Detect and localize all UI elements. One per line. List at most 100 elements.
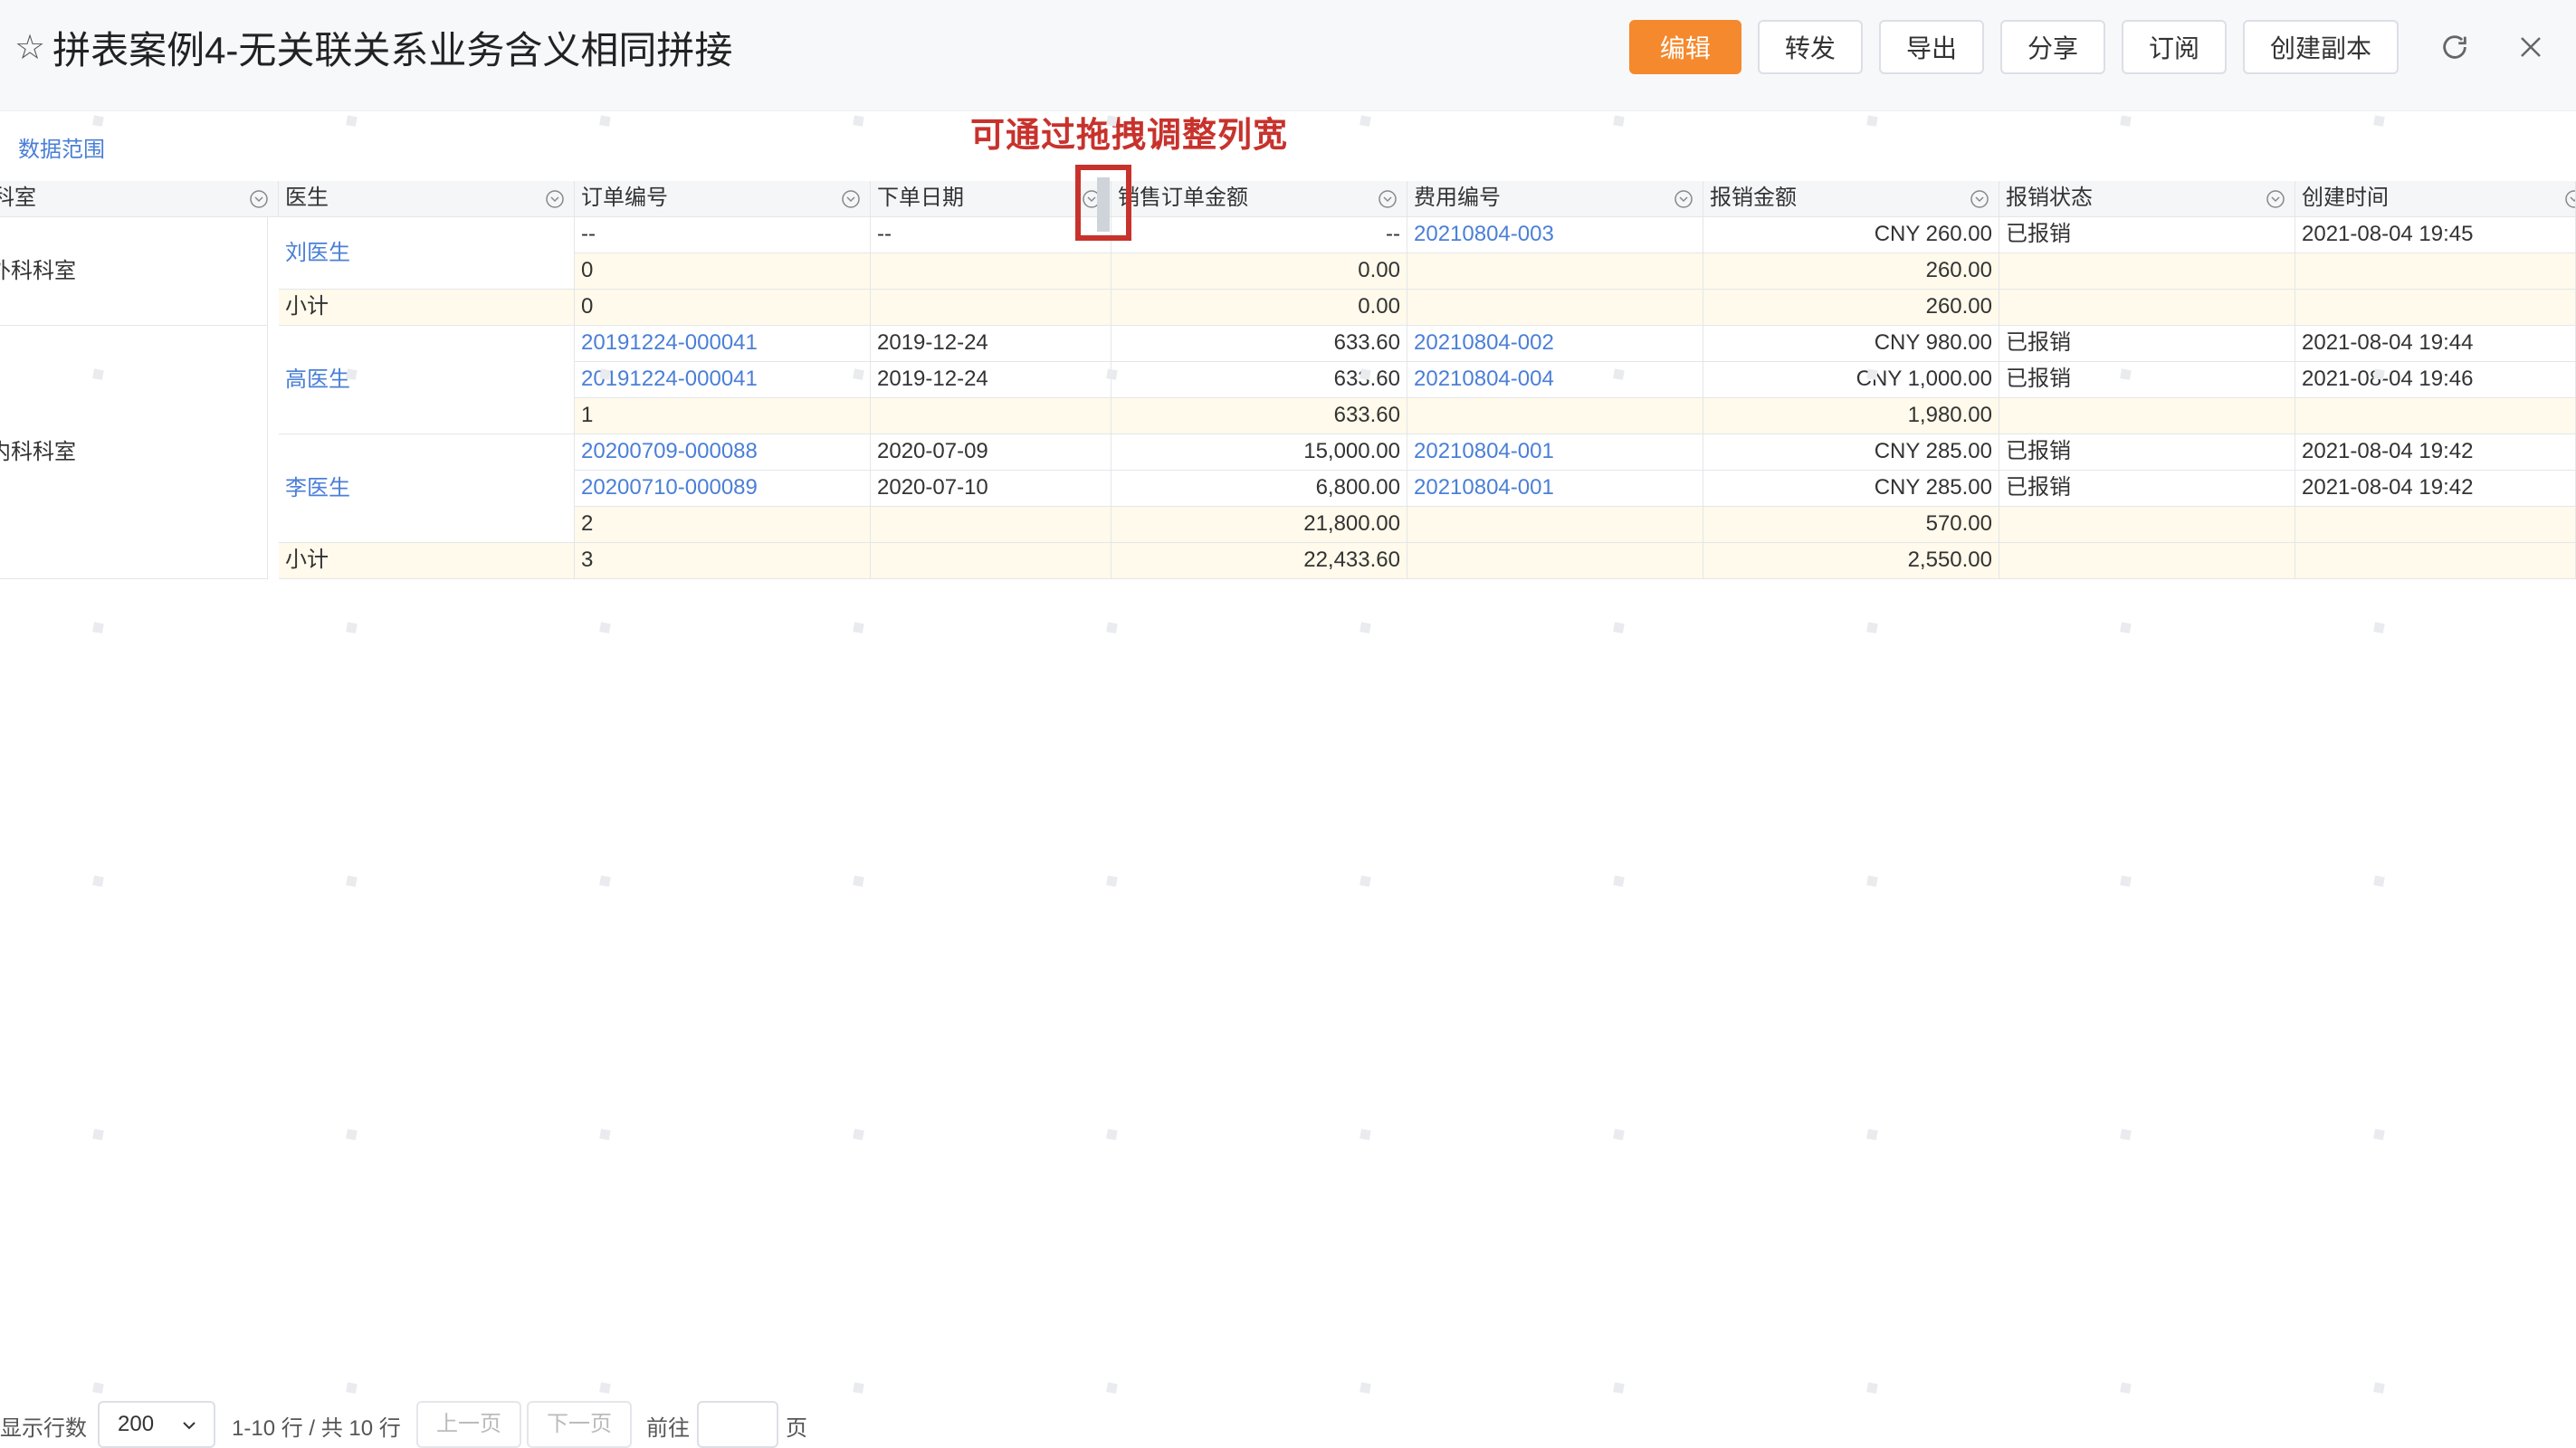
column-menu-icon[interactable]: [2266, 189, 2285, 209]
page-title: 拼表案例4-无关联关系业务含义相同拼接: [52, 28, 733, 71]
cell-created: 2021-08-04 19:45: [2295, 217, 2576, 253]
column-label: 报销金额: [1710, 186, 1797, 210]
cell-order[interactable]: 20191224-000041: [575, 362, 871, 398]
page-size-select[interactable]: 200: [98, 1401, 215, 1448]
watermark-mark: ◆: [1100, 1121, 1123, 1147]
watermark-mark: ◆: [339, 614, 363, 640]
watermark-mark: ◆: [1100, 868, 1123, 893]
cell-order[interactable]: 20191224-000041: [575, 326, 871, 362]
watermark-mark: ◆: [846, 614, 870, 640]
column-header-created-time[interactable]: 创建时间: [2295, 181, 2576, 217]
cell-fee[interactable]: 20210804-001: [1407, 434, 1703, 471]
column-menu-icon[interactable]: [2564, 189, 2576, 209]
department-cell: 外科科室: [0, 217, 268, 326]
refresh-icon[interactable]: [2435, 27, 2475, 67]
watermark-mark: ◆: [2367, 614, 2390, 640]
cell-reimb: CNY 285.00: [1703, 471, 1999, 507]
cell-order: 0: [575, 290, 871, 326]
cell-date: [871, 398, 1111, 434]
column-header-fee-no[interactable]: 费用编号: [1407, 181, 1703, 217]
cell-date: 2020-07-09: [871, 434, 1111, 471]
cell-amount: 633.60: [1111, 398, 1407, 434]
column-menu-icon[interactable]: [1378, 189, 1398, 209]
cell-fee: [1407, 398, 1703, 434]
goto-page-input[interactable]: [697, 1401, 778, 1448]
cell-created: 2021-08-04 19:44: [2295, 326, 2576, 362]
watermark-mark: ◆: [2367, 1121, 2390, 1147]
data-range-link[interactable]: 数据范围: [18, 131, 105, 163]
close-icon[interactable]: [2511, 27, 2551, 67]
column-menu-icon[interactable]: [1674, 189, 1693, 209]
watermark-mark: ◆: [86, 614, 110, 640]
column-header-sales-amount[interactable]: 销售订单金额: [1111, 181, 1407, 217]
cell-order: --: [575, 217, 871, 253]
cell-reimb: CNY 285.00: [1703, 434, 1999, 471]
column-menu-icon[interactable]: [249, 189, 269, 209]
cell-status: [1999, 543, 2295, 579]
subscribe-button[interactable]: 订阅: [2121, 20, 2227, 74]
watermark-mark: ◆: [339, 1375, 363, 1400]
cell-fee: [1407, 507, 1703, 543]
watermark-mark: ◆: [1353, 868, 1377, 893]
watermark-mark: ◆: [2367, 1375, 2390, 1400]
cell-created: 2021-08-04 19:42: [2295, 471, 2576, 507]
cell-order: 0: [575, 253, 871, 290]
watermark-mark: ◆: [1860, 1375, 1884, 1400]
watermark-mark: ◆: [1353, 1121, 1377, 1147]
watermark-mark: ◆: [846, 1375, 870, 1400]
cell-amount: 22,433.60: [1111, 543, 1407, 579]
cell-order: 2: [575, 507, 871, 543]
cell-date: [871, 253, 1111, 290]
column-label: 科室: [0, 186, 36, 210]
column-header-order-no[interactable]: 订单编号: [575, 181, 871, 217]
edit-button[interactable]: 编辑: [1628, 20, 1741, 74]
doctor-link[interactable]: 高医生: [279, 326, 575, 434]
cell-fee[interactable]: 20210804-004: [1407, 362, 1703, 398]
watermark-mark: ◆: [2113, 1121, 2137, 1147]
report-header: ☆ 拼表案例4-无关联关系业务含义相同拼接 编辑 转发 导出 分享 订阅 创建副…: [0, 0, 2576, 111]
star-icon[interactable]: ☆: [14, 27, 45, 68]
column-header-reimb-status[interactable]: 报销状态: [1999, 181, 2295, 217]
cell-fee[interactable]: 20210804-001: [1407, 471, 1703, 507]
doctor-link[interactable]: 李医生: [279, 434, 575, 543]
create-copy-button[interactable]: 创建副本: [2242, 20, 2399, 74]
cell-date: [871, 543, 1111, 579]
cell-order[interactable]: 20200709-000088: [575, 434, 871, 471]
watermark-mark: ◆: [593, 614, 616, 640]
chevron-down-icon: [183, 1422, 196, 1430]
cell-date: 2019-12-24: [871, 326, 1111, 362]
watermark-mark: ◆: [1607, 868, 1630, 893]
watermark-mark: ◆: [1607, 614, 1630, 640]
department-cell: 内科科室: [0, 326, 268, 579]
column-resize-handle[interactable]: [1097, 177, 1110, 232]
subtotal-label: 小计: [279, 543, 575, 579]
column-label: 销售订单金额: [1118, 186, 1248, 210]
cell-fee[interactable]: 20210804-003: [1407, 217, 1703, 253]
share-button[interactable]: 分享: [1999, 20, 2105, 74]
column-menu-icon[interactable]: [545, 189, 565, 209]
cell-reimb: CNY 1,000.00: [1703, 362, 1999, 398]
column-header-order-date[interactable]: 下单日期: [871, 181, 1111, 217]
cell-amount: 0.00: [1111, 290, 1407, 326]
doctor-link[interactable]: 刘医生: [279, 217, 575, 290]
watermark-mark: ◆: [1100, 1375, 1123, 1400]
cell-status: [1999, 507, 2295, 543]
cell-reimb: 1,980.00: [1703, 398, 1999, 434]
forward-button[interactable]: 转发: [1757, 20, 1863, 74]
cell-status: 已报销: [1999, 434, 2295, 471]
column-header-doctor[interactable]: 医生: [279, 181, 575, 217]
column-menu-icon[interactable]: [841, 189, 861, 209]
rows-per-page-label: 显示行数: [0, 1416, 87, 1441]
column-header-reimb-amount[interactable]: 报销金额: [1703, 181, 1999, 217]
cell-date: [871, 290, 1111, 326]
cell-order[interactable]: 20200710-000089: [575, 471, 871, 507]
column-header-department[interactable]: 科室: [0, 181, 279, 217]
next-page-button[interactable]: 下一页: [527, 1401, 632, 1448]
watermark-mark: ◆: [339, 1121, 363, 1147]
watermark-mark: ◆: [2367, 868, 2390, 893]
cell-fee[interactable]: 20210804-002: [1407, 326, 1703, 362]
column-menu-icon[interactable]: [1970, 189, 1989, 209]
cell-status: [1999, 398, 2295, 434]
prev-page-button[interactable]: 上一页: [416, 1401, 521, 1448]
export-button[interactable]: 导出: [1878, 20, 1984, 74]
